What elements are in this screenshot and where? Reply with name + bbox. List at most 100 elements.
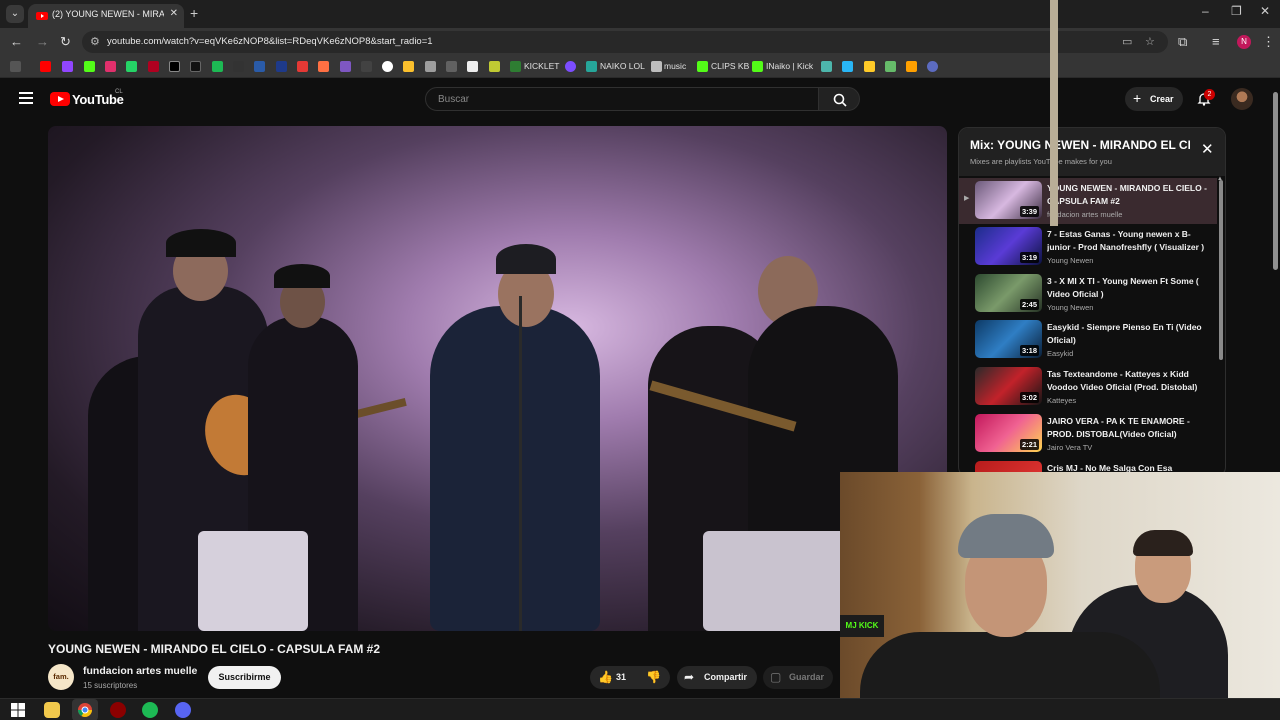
playlist-item[interactable]: 2:45 3 - X MI X TI - Young Newen Ft Some… [959,271,1217,317]
bookmark-kicklet[interactable]: KICKLET [524,61,559,71]
bookmark-icon[interactable] [340,61,351,72]
bookmark-icon[interactable] [467,61,478,72]
bookmark-naiko-lol[interactable]: NAIKO LOL [600,61,645,71]
bookmark-icon[interactable] [821,61,832,72]
site-info-icon[interactable]: ⚙ [90,35,100,48]
tab-search-icon[interactable]: ⌄ [6,5,24,23]
bookmark-spotify-icon[interactable] [212,61,223,72]
bookmark-kick-icon[interactable] [84,61,95,72]
file-explorer-icon[interactable] [44,702,60,718]
search-button[interactable] [818,87,860,111]
bookmark-star-icon[interactable]: ☆ [1145,35,1155,48]
channel-name[interactable]: fundacion artes muelle [83,665,197,677]
bookmark-icon[interactable] [425,61,436,72]
playlist-item[interactable]: 2:21 JAIRO VERA - PA K TE ENAMORE - PROD… [959,411,1217,457]
discord-icon[interactable] [175,702,191,718]
tab-close-icon[interactable]: ✕ [170,8,178,19]
like-icon[interactable]: 👍 [598,670,613,684]
bookmark-instagram-icon[interactable] [105,61,116,72]
close-playlist-icon[interactable]: ✕ [1201,140,1214,158]
bookmark-inaiko-kick[interactable]: INaiko | Kick [766,61,813,71]
bookmark-kicklet-icon[interactable] [510,61,521,72]
create-label: Crear [1150,94,1174,104]
account-avatar[interactable] [1231,88,1253,110]
bookmark-whatsapp-icon[interactable] [126,61,137,72]
plus-icon: + [1133,90,1142,106]
search-input[interactable]: Buscar [425,87,819,111]
back-icon[interactable]: ← [10,34,23,49]
chrome-icon[interactable] [77,702,93,718]
playlist-item[interactable]: 3:19 7 - Estas Ganas - Young newen x B-j… [959,224,1217,270]
youtube-logo-icon[interactable] [50,92,70,106]
cast-icon[interactable]: ▭ [1122,35,1132,48]
stage-seat [198,531,308,631]
like-count[interactable]: 31 [616,672,626,682]
playlist-item-channel: Young Newen [1047,256,1094,265]
bookmark-icon[interactable] [927,61,938,72]
playlist-item[interactable]: 3:18 Easykid - Siempre Pienso En Ti (Vid… [959,317,1217,363]
bookmark-clips-icon[interactable] [697,61,708,72]
browser-tab-active[interactable]: (2) YOUNG NEWEN - MIRANDO EL CIELO - CAP… [28,4,184,28]
share-button[interactable]: ➦ Compartir [677,666,757,689]
bookmark-youtube-icon[interactable] [40,61,51,72]
menu-icon[interactable] [19,92,33,104]
playlist-scrollbar[interactable] [1219,180,1223,360]
spotify-icon[interactable] [142,702,158,718]
playlist-title[interactable]: Mix: YOUNG NEWEN - MIRANDO EL CIELO - CA… [970,138,1190,152]
bookmark-icon[interactable] [446,61,457,72]
playlist-thumbnail: 3:18 [975,320,1042,358]
bookmark-x-icon[interactable] [169,61,180,72]
restore-icon[interactable]: ❐ [1231,4,1242,18]
app-icon[interactable] [110,702,126,718]
bookmark-music-icon[interactable] [651,61,662,72]
page-scrollbar[interactable] [1273,92,1278,270]
bookmark-icon[interactable] [276,61,287,72]
bookmark-icon[interactable] [254,61,265,72]
bookmark-naiko-icon[interactable] [586,61,597,72]
bookmark-icon[interactable] [565,61,576,72]
create-button[interactable]: + Crear [1125,87,1183,111]
subscribe-button[interactable]: Suscribirme [208,666,281,689]
bookmark-icon[interactable] [233,61,244,72]
bookmark-kick-icon[interactable] [752,61,763,72]
bookmark-icon[interactable] [864,61,875,72]
playlist-item[interactable]: ▶ 3:39 YOUNG NEWEN - MIRANDO EL CIELO - … [959,178,1217,224]
playlist-subtitle: Mixes are playlists YouTube makes for yo… [970,157,1112,166]
guitarist-one-cap [166,229,236,257]
channel-avatar[interactable]: fam. [48,664,74,690]
bookmark-icon[interactable] [885,61,896,72]
bookmark-icon[interactable] [403,61,414,72]
bookmark-twitch-icon[interactable] [62,61,73,72]
bookmark-icon[interactable] [361,61,372,72]
close-window-icon[interactable]: ✕ [1260,4,1270,18]
forward-icon[interactable]: → [36,34,49,49]
address-bar[interactable]: ⚙ youtube.com/watch?v=eqVKe6zNOP8&list=R… [82,31,1168,53]
reload-icon[interactable]: ↻ [60,34,71,50]
bookmark-tiktok-icon[interactable] [190,61,201,72]
address-url: youtube.com/watch?v=eqVKe6zNOP8&list=RDe… [107,36,433,47]
video-player[interactable] [48,126,947,631]
playlist-item[interactable]: 3:02 Tas Texteandome - Katteyes x Kidd V… [959,364,1217,410]
browser-menu-icon[interactable]: ⋮ [1262,34,1275,50]
windows-start-icon[interactable] [10,702,26,718]
tab-title: (2) YOUNG NEWEN - MIRANDO EL CIELO - CAP… [52,9,164,19]
bookmark-icon[interactable] [489,61,500,72]
bookmark-icon[interactable] [842,61,853,72]
save-button[interactable]: ▢ Guardar [763,666,833,689]
bookmark-clips-kb[interactable]: CLIPS KB [711,61,749,71]
new-tab-icon[interactable]: + [190,5,198,21]
guitarist-two-cap [274,264,330,288]
playlist-thumbnail: 3:02 [975,367,1042,405]
minimize-icon[interactable]: – [1202,4,1209,18]
apps-icon[interactable] [10,61,21,72]
bookmark-icon[interactable] [318,61,329,72]
bookmark-music[interactable]: music [664,61,686,71]
bookmark-icon[interactable] [148,61,159,72]
bookmark-icon[interactable] [382,61,393,72]
bookmark-icon[interactable] [297,61,308,72]
extensions-icon[interactable]: ⧉ [1178,34,1187,50]
bookmark-icon[interactable] [906,61,917,72]
dislike-icon[interactable]: 👎 [646,670,661,684]
reading-list-icon[interactable]: ≡ [1212,34,1220,49]
profile-avatar[interactable]: N [1237,35,1251,49]
